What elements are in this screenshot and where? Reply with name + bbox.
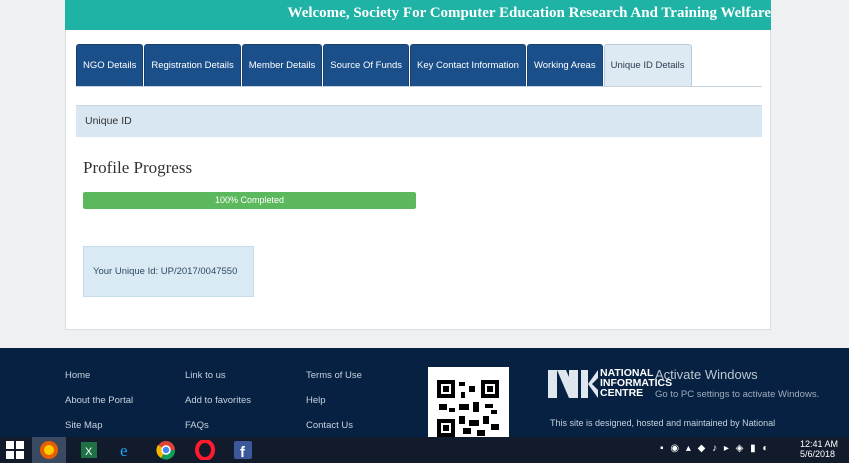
footer-link-help[interactable]: Help bbox=[306, 395, 362, 420]
footer-link-link-to-us[interactable]: Link to us bbox=[185, 370, 251, 395]
footer-column-2: Link to us Add to favorites FAQs bbox=[185, 370, 251, 437]
profile-progress-title: Profile Progress bbox=[83, 158, 193, 177]
unique-id-section-header: Unique ID bbox=[76, 105, 762, 137]
site-footer: Home About the Portal Site Map Link to u… bbox=[0, 348, 849, 437]
svg-text:e: e bbox=[120, 441, 128, 460]
footer-column-3: Terms of Use Help Contact Us bbox=[306, 370, 362, 437]
tab-divider bbox=[76, 86, 762, 87]
progress-label: 100% Completed bbox=[214, 195, 285, 205]
qr-code-icon bbox=[437, 380, 499, 437]
excel-icon[interactable]: X bbox=[79, 440, 99, 460]
tab-member-details[interactable]: Member Details bbox=[241, 44, 323, 86]
tab-bar: NGO Details Registration Details Member … bbox=[76, 44, 693, 87]
internet-explorer-icon[interactable]: e bbox=[117, 440, 137, 460]
top-banner: Welcome, Society For Computer Education … bbox=[65, 0, 771, 30]
tab-unique-id-details[interactable]: Unique ID Details bbox=[603, 44, 692, 86]
tab-working-areas[interactable]: Working Areas bbox=[526, 44, 603, 86]
tab-ngo-details[interactable]: NGO Details bbox=[76, 44, 144, 86]
footer-link-sitemap[interactable]: Site Map bbox=[65, 420, 133, 437]
tab-source-of-funds[interactable]: Source Of Funds bbox=[323, 44, 410, 86]
system-tray-icons[interactable]: ▪ ◉ ▴ ◆ ♪ ▸ ◈ ▮ ◐ bbox=[660, 443, 770, 454]
footer-link-contact[interactable]: Contact Us bbox=[306, 420, 362, 437]
footer-designed-text: This site is designed, hosted and mainta… bbox=[550, 418, 776, 428]
unique-id-box: Your Unique Id: UP/2017/0047550 bbox=[83, 246, 254, 297]
windows-start-icon[interactable] bbox=[5, 440, 25, 460]
footer-link-faqs[interactable]: FAQs bbox=[185, 420, 251, 437]
tab-key-contact-information[interactable]: Key Contact Information bbox=[410, 44, 526, 86]
nic-logo-icon bbox=[548, 370, 598, 398]
main-card: NGO Details Registration Details Member … bbox=[65, 30, 771, 330]
footer-column-1: Home About the Portal Site Map bbox=[65, 370, 133, 437]
qr-code bbox=[428, 367, 509, 437]
opera-icon[interactable] bbox=[195, 440, 215, 460]
svg-text:X: X bbox=[85, 446, 93, 458]
system-clock[interactable]: 12:41 AM 5/6/2018 bbox=[800, 439, 838, 459]
footer-link-terms[interactable]: Terms of Use bbox=[306, 370, 362, 395]
chrome-icon[interactable] bbox=[156, 440, 176, 460]
footer-link-about[interactable]: About the Portal bbox=[65, 395, 133, 420]
welcome-text: Welcome, Society For Computer Education … bbox=[287, 5, 771, 21]
facebook-icon[interactable]: f bbox=[233, 440, 253, 460]
profile-progress-bar: 100% Completed bbox=[83, 192, 416, 209]
firefox-icon[interactable] bbox=[39, 440, 59, 460]
footer-link-add-favorites[interactable]: Add to favorites bbox=[185, 395, 251, 420]
windows-taskbar: X e f ▪ ◉ ▴ ◆ ♪ ▸ ◈ ▮ ◐ 12:41 AM 5/6/201… bbox=[0, 437, 849, 463]
footer-link-home[interactable]: Home bbox=[65, 370, 133, 395]
activate-windows-title: Activate Windows bbox=[655, 367, 758, 382]
activate-windows-subtitle: Go to PC settings to activate Windows. bbox=[655, 389, 820, 400]
tab-registration-details[interactable]: Registration Details bbox=[144, 44, 241, 86]
